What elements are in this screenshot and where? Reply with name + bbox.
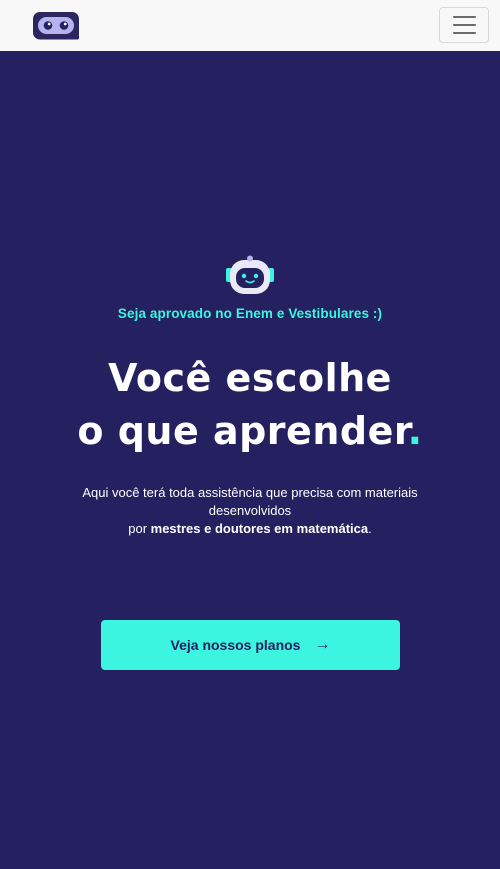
headline-line-1: Você escolhe bbox=[108, 356, 392, 400]
hero-description: Aqui você terá toda assistência que prec… bbox=[40, 484, 460, 538]
hamburger-menu-icon bbox=[452, 16, 476, 18]
navbar bbox=[0, 0, 500, 51]
hamburger-menu-icon-bar bbox=[452, 24, 476, 26]
robot-mascot-icon bbox=[225, 254, 275, 296]
see-plans-label: Veja nossos planos bbox=[170, 637, 301, 653]
description-prefix: por bbox=[128, 521, 151, 536]
robot-face-logo-icon[interactable] bbox=[32, 11, 80, 40]
hero-headline: Você escolhe o que aprender. bbox=[0, 352, 500, 458]
description-highlight: mestres e doutores em matemática bbox=[150, 521, 369, 536]
headline-accent-dot: . bbox=[407, 409, 423, 453]
menu-toggle-button[interactable] bbox=[439, 7, 489, 43]
description-end: . bbox=[368, 521, 372, 536]
hero-tagline: Seja aprovado no Enem e Vestibulares :) bbox=[117, 306, 383, 321]
description-text: Aqui você terá toda assistência que prec… bbox=[82, 485, 418, 518]
see-plans-button[interactable]: Veja nossos planos → bbox=[101, 620, 400, 670]
hero-section bbox=[0, 51, 500, 869]
arrow-right-icon: → bbox=[314, 636, 331, 653]
hamburger-menu-icon-bar bbox=[452, 32, 476, 34]
headline-line-2: o que aprender bbox=[77, 409, 408, 453]
